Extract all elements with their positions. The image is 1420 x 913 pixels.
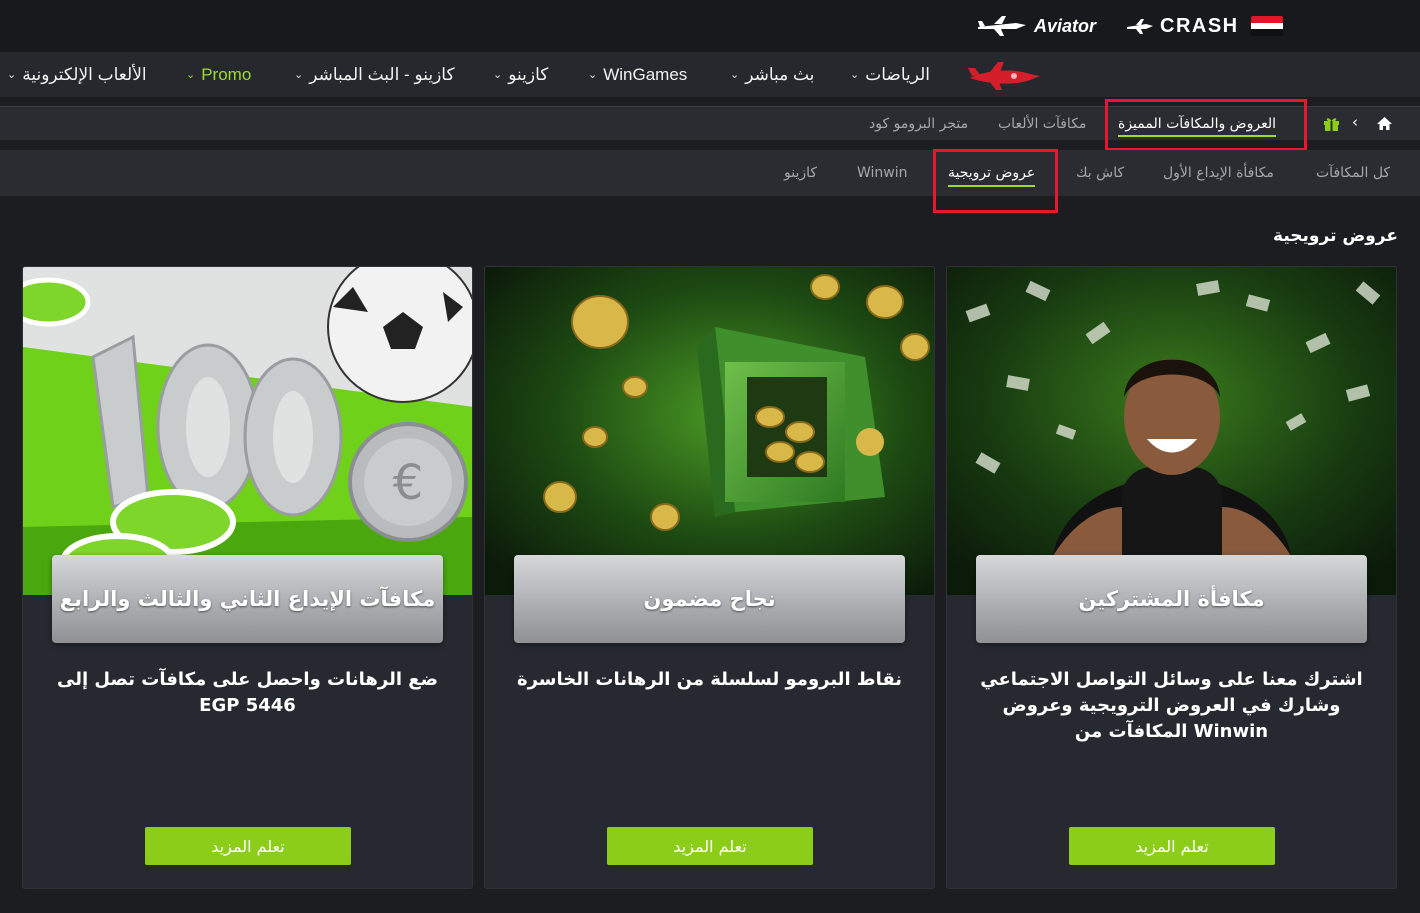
chevron-down-icon: ⌄ [493, 68, 503, 81]
tab-winwin-label: Winwin [857, 165, 908, 181]
subnav-game-bonuses[interactable]: مكافآت الألعاب [998, 107, 1086, 141]
card-title: نجاح مضمون [643, 587, 776, 611]
egypt-flag-icon[interactable] [1250, 16, 1283, 36]
promo-card: نجاح مضمون نقاط البرومو لسلسلة من الرهان… [484, 266, 935, 889]
svg-text:€: € [393, 455, 424, 511]
subnav-offers-label: العروض والمكافآت المميزة [1118, 116, 1276, 132]
tab-promotions[interactable]: عروض ترويجية [948, 150, 1036, 196]
subnav-promo-store-label: متجر البرومو كود [869, 116, 969, 132]
chevron-down-icon: ⌄ [186, 68, 196, 81]
subnav-offers[interactable]: العروض والمكافآت المميزة [1118, 107, 1276, 141]
nav-egames[interactable]: ⌄ الألعاب الإلكترونية [7, 52, 147, 98]
nav-wingames-label: WinGames [603, 65, 688, 84]
chevron-down-icon: ⌄ [588, 68, 598, 81]
chevron-down-icon: ⌄ [850, 68, 860, 81]
chevron-down-icon: ⌄ [294, 68, 304, 81]
nav-sports[interactable]: ⌄ الرياضات [850, 52, 930, 98]
nav-live-casino-label: كازينو - البث المباشر [309, 65, 455, 84]
nav-wingames[interactable]: ⌄ WinGames [588, 52, 687, 98]
tab-promotions-label: عروض ترويجية [948, 165, 1036, 181]
chevron-down-icon: ⌄ [730, 68, 740, 81]
card-title-ribbon: مكافآت الإيداع الثاني والثالث والرابع [52, 555, 443, 643]
card-title: مكافأة المشتركين [1078, 587, 1265, 611]
tab-cashback-label: كاش بك [1076, 165, 1125, 181]
card-title: مكافآت الإيداع الثاني والثالث والرابع [59, 587, 436, 611]
nav-live-label: بث مباشر [745, 65, 815, 84]
chevron-down-icon: ⌄ [7, 68, 17, 81]
promo-card: مكافأة المشتركين اشترك معنا على وسائل ال… [946, 266, 1397, 889]
crash-plane-icon [1127, 19, 1153, 34]
bonus-tabs: كل المكافآت مكافأة الإيداع الأول كاش بك … [0, 150, 1420, 196]
aviator-plane-icon [978, 16, 1026, 36]
tab-all[interactable]: كل المكافآت [1316, 150, 1390, 196]
tab-first-deposit-label: مكافأة الإيداع الأول [1163, 165, 1274, 181]
aviator-link[interactable]: Aviator [976, 12, 1096, 40]
tab-casino[interactable]: كازينو [784, 150, 817, 196]
tab-winwin[interactable]: Winwin [857, 150, 908, 196]
card-image [485, 267, 934, 595]
nav-sports-label: الرياضات [865, 65, 931, 84]
card-description: ضع الرهانات واحصل على مكافآت تصل إلى EGP… [57, 669, 438, 716]
nav-live[interactable]: ⌄ بث مباشر [730, 52, 814, 98]
tab-cashback[interactable]: كاش بك [1076, 150, 1124, 196]
nav-promo[interactable]: ⌄ Promo [186, 52, 251, 98]
nav-egames-label: الألعاب الإلكترونية [22, 65, 147, 84]
card-description: اشترك معنا على وسائل التواصل الاجتماعي و… [980, 669, 1363, 742]
card-title-ribbon: مكافأة المشتركين [976, 555, 1367, 643]
tab-casino-label: كازينو [784, 165, 818, 181]
card-description: نقاط البرومو لسلسلة من الرهانات الخاسرة [516, 669, 903, 690]
nav-casino-label: كازينو [508, 65, 549, 84]
gift-icon[interactable] [1323, 116, 1340, 132]
card-title-ribbon: نجاح مضمون [514, 555, 905, 643]
tab-all-label: كل المكافآت [1316, 165, 1391, 181]
card-image [947, 267, 1396, 595]
nav-casino[interactable]: ⌄ كازينو [493, 52, 548, 98]
tab-first-deposit[interactable]: مكافأة الإيداع الأول [1163, 150, 1274, 196]
crash-label: CRASH [1160, 14, 1239, 37]
subnav-promo-store[interactable]: متجر البرومو كود [869, 107, 968, 141]
crash-link[interactable]: CRASH [1126, 12, 1283, 40]
learn-more-button[interactable]: تعلم المزيد [145, 827, 351, 865]
main-nav: ⌄ الرياضات ⌄ بث مباشر ⌄ WinGames ⌄ كازين… [0, 52, 1420, 98]
nav-promo-label: Promo [201, 65, 252, 84]
learn-more-button[interactable]: تعلم المزيد [607, 827, 813, 865]
breadcrumb: ‹ العروض والمكافآت المميزة مكافآت الألعا… [0, 106, 1420, 140]
card-image: € [23, 267, 472, 595]
home-icon[interactable] [1376, 116, 1393, 131]
section-title: عروض ترويجية [1273, 226, 1398, 246]
subnav-game-bonuses-label: مكافآت الألعاب [998, 116, 1087, 132]
chevron-left-icon: ‹ [1352, 113, 1358, 131]
promo-card: € مكافآت الإيداع الثاني والثالث والرابع … [22, 266, 473, 889]
logo-rocket-icon[interactable] [966, 60, 1044, 92]
top-bar: Aviator CRASH [0, 0, 1420, 52]
nav-live-casino[interactable]: ⌄ كازينو - البث المباشر [294, 52, 455, 98]
aviator-label: Aviator [1034, 15, 1097, 36]
learn-more-button[interactable]: تعلم المزيد [1069, 827, 1275, 865]
